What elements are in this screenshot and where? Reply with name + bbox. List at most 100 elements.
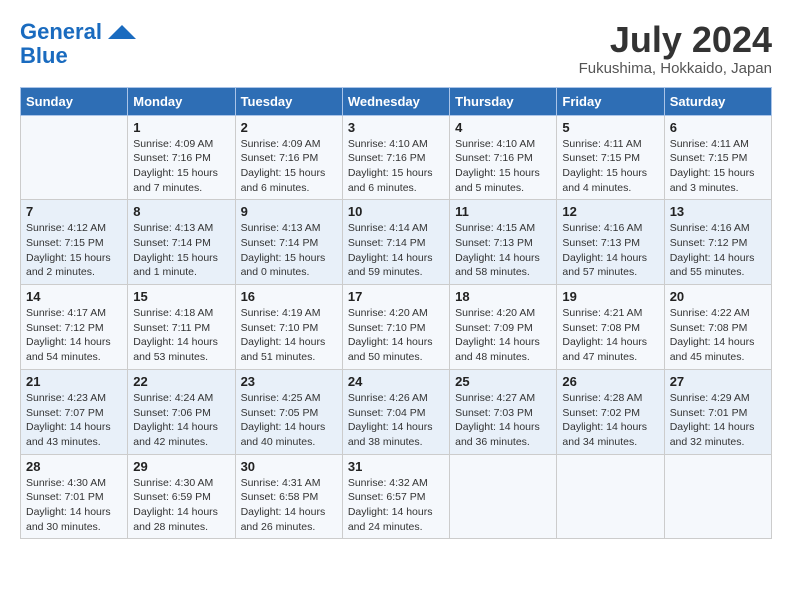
calendar-cell: [450, 454, 557, 539]
calendar-cell: 4 Sunrise: 4:10 AMSunset: 7:16 PMDaylight…: [450, 115, 557, 200]
calendar-cell: 6 Sunrise: 4:11 AMSunset: 7:15 PMDaylight…: [664, 115, 771, 200]
calendar-cell: 9 Sunrise: 4:13 AMSunset: 7:14 PMDaylight…: [235, 200, 342, 285]
day-number: 18: [455, 289, 551, 304]
day-number: 2: [241, 120, 337, 135]
day-info: Sunrise: 4:23 AMSunset: 7:07 PMDaylight:…: [26, 391, 122, 450]
day-number: 11: [455, 204, 551, 219]
calendar-cell: 17 Sunrise: 4:20 AMSunset: 7:10 PMDayligh…: [342, 285, 449, 370]
calendar-cell: 23 Sunrise: 4:25 AMSunset: 7:05 PMDayligh…: [235, 369, 342, 454]
day-info: Sunrise: 4:22 AMSunset: 7:08 PMDaylight:…: [670, 306, 766, 365]
title-block: July 2024 Fukushima, Hokkaido, Japan: [579, 20, 772, 77]
calendar-cell: 27Sunrise: 4:29 AMSunset: 7:01 PMDayligh…: [664, 369, 771, 454]
calendar-cell: 7 Sunrise: 4:12 AMSunset: 7:15 PMDaylight…: [21, 200, 128, 285]
week-row-1: 1 Sunrise: 4:09 AMSunset: 7:16 PMDaylight…: [21, 115, 772, 200]
day-info: Sunrise: 4:16 AMSunset: 7:13 PMDaylight:…: [562, 221, 658, 280]
calendar-cell: 5 Sunrise: 4:11 AMSunset: 7:15 PMDaylight…: [557, 115, 664, 200]
calendar-cell: 21 Sunrise: 4:23 AMSunset: 7:07 PMDayligh…: [21, 369, 128, 454]
day-info: Sunrise: 4:20 AMSunset: 7:10 PMDaylight:…: [348, 306, 444, 365]
day-number: 22: [133, 374, 229, 389]
day-info: Sunrise: 4:26 AMSunset: 7:04 PMDaylight:…: [348, 391, 444, 450]
day-number: 1: [133, 120, 229, 135]
day-number: 19: [562, 289, 658, 304]
day-number: 30: [241, 459, 337, 474]
logo-general: General: [20, 19, 102, 44]
weekday-header-tuesday: Tuesday: [235, 87, 342, 115]
month-year-title: July 2024: [579, 20, 772, 60]
day-number: 5: [562, 120, 658, 135]
day-info: Sunrise: 4:18 AMSunset: 7:11 PMDaylight:…: [133, 306, 229, 365]
day-number: 3: [348, 120, 444, 135]
day-info: Sunrise: 4:16 AMSunset: 7:12 PMDaylight:…: [670, 221, 766, 280]
day-info: Sunrise: 4:19 AMSunset: 7:10 PMDaylight:…: [241, 306, 337, 365]
day-info: Sunrise: 4:30 AMSunset: 7:01 PMDaylight:…: [26, 476, 122, 535]
day-info: Sunrise: 4:27 AMSunset: 7:03 PMDaylight:…: [455, 391, 551, 450]
day-info: Sunrise: 4:17 AMSunset: 7:12 PMDaylight:…: [26, 306, 122, 365]
calendar-cell: 14 Sunrise: 4:17 AMSunset: 7:12 PMDayligh…: [21, 285, 128, 370]
logo: General Blue: [20, 20, 136, 68]
calendar-cell: [21, 115, 128, 200]
calendar-cell: 1 Sunrise: 4:09 AMSunset: 7:16 PMDaylight…: [128, 115, 235, 200]
day-number: 6: [670, 120, 766, 135]
day-info: Sunrise: 4:13 AMSunset: 7:14 PMDaylight:…: [241, 221, 337, 280]
day-info: Sunrise: 4:24 AMSunset: 7:06 PMDaylight:…: [133, 391, 229, 450]
day-info: Sunrise: 4:30 AMSunset: 6:59 PMDaylight:…: [133, 476, 229, 535]
day-info: Sunrise: 4:12 AMSunset: 7:15 PMDaylight:…: [26, 221, 122, 280]
weekday-header-friday: Friday: [557, 87, 664, 115]
day-info: Sunrise: 4:11 AMSunset: 7:15 PMDaylight:…: [670, 137, 766, 196]
calendar-cell: 8 Sunrise: 4:13 AMSunset: 7:14 PMDaylight…: [128, 200, 235, 285]
calendar-cell: 24 Sunrise: 4:26 AMSunset: 7:04 PMDayligh…: [342, 369, 449, 454]
day-number: 14: [26, 289, 122, 304]
calendar-cell: 19 Sunrise: 4:21 AMSunset: 7:08 PMDayligh…: [557, 285, 664, 370]
day-info: Sunrise: 4:25 AMSunset: 7:05 PMDaylight:…: [241, 391, 337, 450]
calendar-cell: 30 Sunrise: 4:31 AMSunset: 6:58 PMDayligh…: [235, 454, 342, 539]
calendar-cell: 2 Sunrise: 4:09 AMSunset: 7:16 PMDaylight…: [235, 115, 342, 200]
week-row-3: 14 Sunrise: 4:17 AMSunset: 7:12 PMDayligh…: [21, 285, 772, 370]
calendar-cell: [664, 454, 771, 539]
day-number: 25: [455, 374, 551, 389]
day-info: Sunrise: 4:09 AMSunset: 7:16 PMDaylight:…: [133, 137, 229, 196]
day-number: 17: [348, 289, 444, 304]
logo-blue: Blue: [20, 43, 68, 68]
day-info: Sunrise: 4:29 AMSunset: 7:01 PMDaylight:…: [670, 391, 766, 450]
weekday-header-sunday: Sunday: [21, 87, 128, 115]
day-number: 26: [562, 374, 658, 389]
page-header: General Blue July 2024 Fukushima, Hokkai…: [20, 20, 772, 77]
day-number: 12: [562, 204, 658, 219]
calendar-cell: [557, 454, 664, 539]
day-number: 28: [26, 459, 122, 474]
day-info: Sunrise: 4:21 AMSunset: 7:08 PMDaylight:…: [562, 306, 658, 365]
day-number: 24: [348, 374, 444, 389]
calendar-cell: 16Sunrise: 4:19 AMSunset: 7:10 PMDayligh…: [235, 285, 342, 370]
day-info: Sunrise: 4:13 AMSunset: 7:14 PMDaylight:…: [133, 221, 229, 280]
day-number: 21: [26, 374, 122, 389]
day-number: 31: [348, 459, 444, 474]
logo-arrow-icon: [108, 25, 136, 39]
calendar-cell: 10Sunrise: 4:14 AMSunset: 7:14 PMDayligh…: [342, 200, 449, 285]
calendar-cell: 25 Sunrise: 4:27 AMSunset: 7:03 PMDayligh…: [450, 369, 557, 454]
calendar-cell: 29Sunrise: 4:30 AMSunset: 6:59 PMDayligh…: [128, 454, 235, 539]
day-number: 9: [241, 204, 337, 219]
day-number: 8: [133, 204, 229, 219]
day-number: 20: [670, 289, 766, 304]
day-number: 23: [241, 374, 337, 389]
day-number: 10: [348, 204, 444, 219]
day-info: Sunrise: 4:10 AMSunset: 7:16 PMDaylight:…: [455, 137, 551, 196]
week-row-2: 7 Sunrise: 4:12 AMSunset: 7:15 PMDaylight…: [21, 200, 772, 285]
calendar-cell: 20 Sunrise: 4:22 AMSunset: 7:08 PMDayligh…: [664, 285, 771, 370]
calendar-table: SundayMondayTuesdayWednesdayThursdayFrid…: [20, 87, 772, 540]
day-info: Sunrise: 4:31 AMSunset: 6:58 PMDaylight:…: [241, 476, 337, 535]
day-info: Sunrise: 4:15 AMSunset: 7:13 PMDaylight:…: [455, 221, 551, 280]
day-number: 4: [455, 120, 551, 135]
day-number: 15: [133, 289, 229, 304]
weekday-header-monday: Monday: [128, 87, 235, 115]
calendar-cell: 31Sunrise: 4:32 AMSunset: 6:57 PMDayligh…: [342, 454, 449, 539]
day-number: 7: [26, 204, 122, 219]
calendar-cell: 28 Sunrise: 4:30 AMSunset: 7:01 PMDayligh…: [21, 454, 128, 539]
calendar-cell: 13Sunrise: 4:16 AMSunset: 7:12 PMDayligh…: [664, 200, 771, 285]
calendar-cell: 11 Sunrise: 4:15 AMSunset: 7:13 PMDayligh…: [450, 200, 557, 285]
day-info: Sunrise: 4:11 AMSunset: 7:15 PMDaylight:…: [562, 137, 658, 196]
calendar-cell: 26Sunrise: 4:28 AMSunset: 7:02 PMDayligh…: [557, 369, 664, 454]
day-info: Sunrise: 4:09 AMSunset: 7:16 PMDaylight:…: [241, 137, 337, 196]
weekday-header-row: SundayMondayTuesdayWednesdayThursdayFrid…: [21, 87, 772, 115]
weekday-header-saturday: Saturday: [664, 87, 771, 115]
